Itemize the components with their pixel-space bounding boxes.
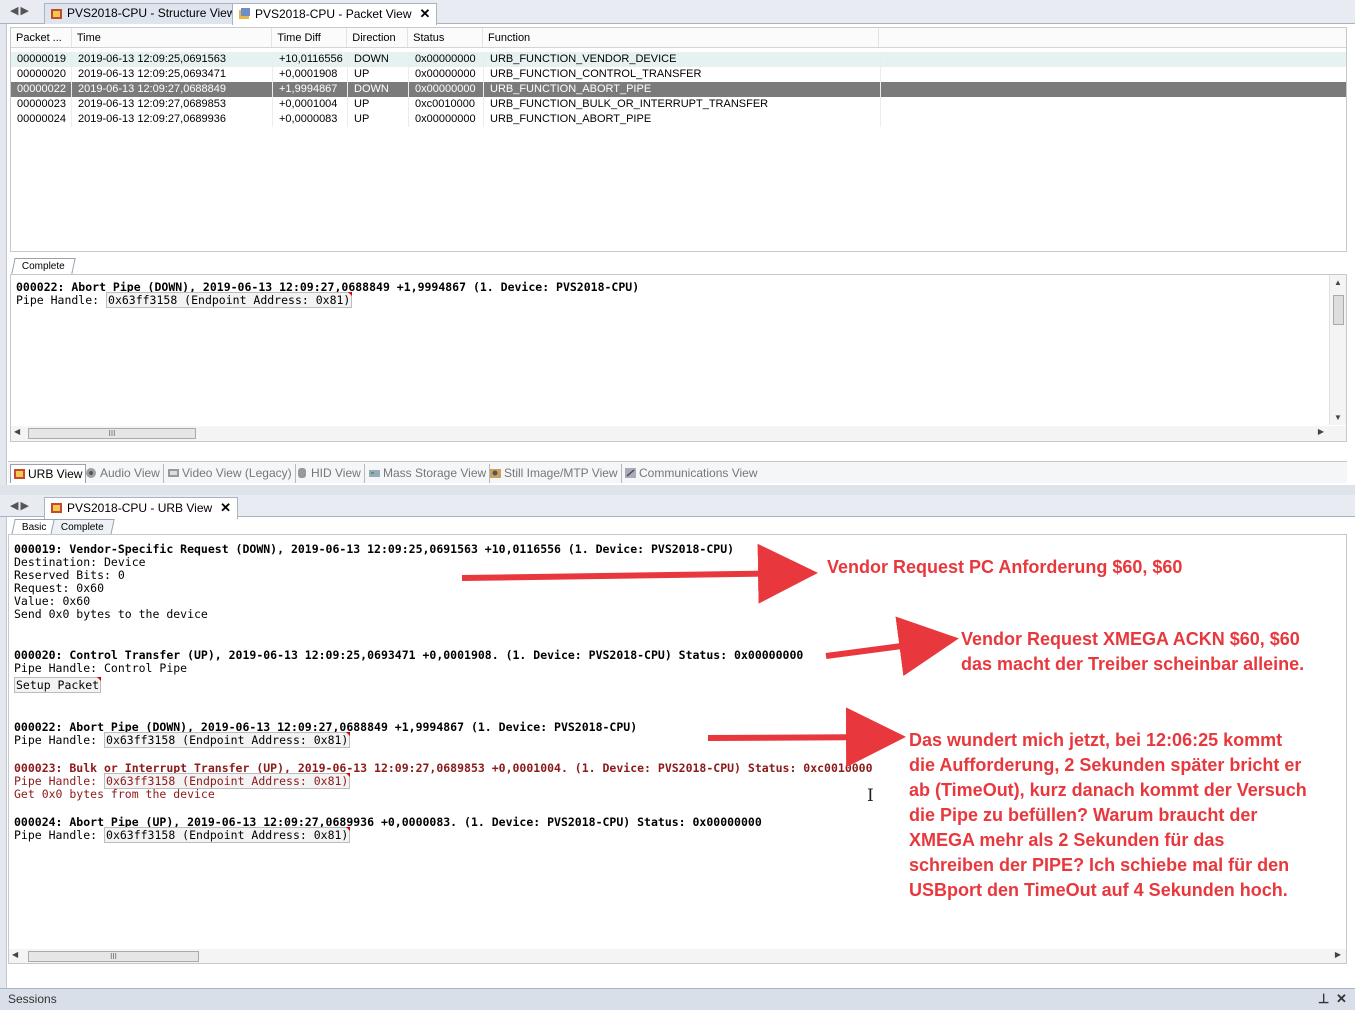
annotation-vendor-request: Vendor Request PC Anforderung $60, $60 xyxy=(827,557,1183,577)
text-cursor-icon: I xyxy=(867,786,874,806)
annotation-timeout-note: Das wundert mich jetzt, bei 12:06:25 kom… xyxy=(909,730,1307,900)
annotation-xmega-ack: Vendor Request XMEGA ACKN $60, $60 das m… xyxy=(961,629,1305,674)
pin-icon[interactable]: ⊥ xyxy=(1318,991,1329,1007)
close-icon[interactable]: ✕ xyxy=(1336,991,1347,1007)
sessions-panel-header: Sessions ⊥ ✕ xyxy=(0,988,1355,1010)
sessions-label: Sessions xyxy=(8,992,57,1006)
annotation-arrow xyxy=(825,616,959,677)
annotation-arrow xyxy=(707,707,906,768)
annotation-arrow xyxy=(461,543,818,604)
